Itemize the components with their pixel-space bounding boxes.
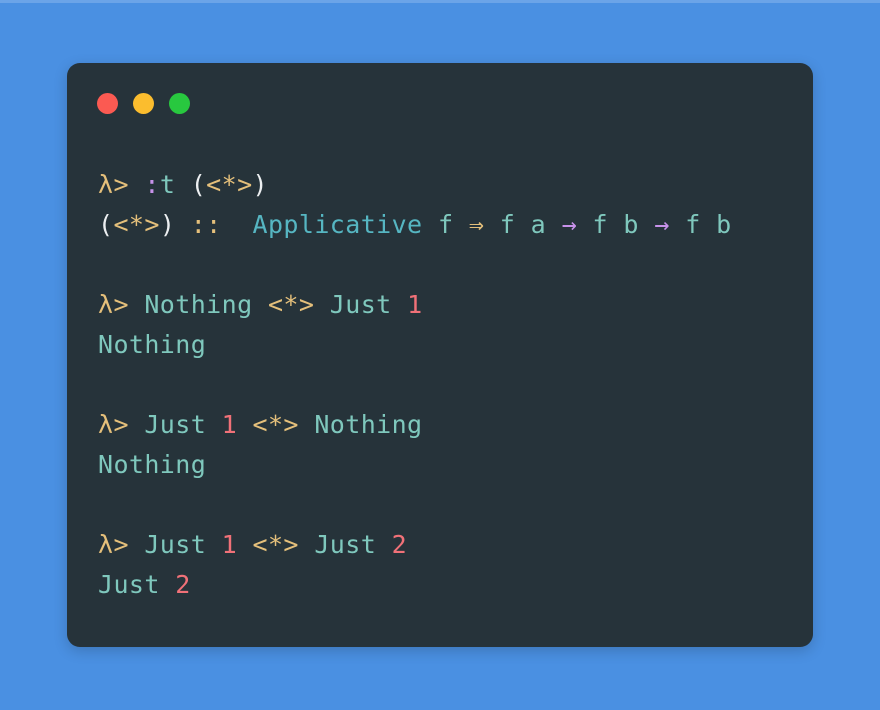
token: (	[190, 170, 207, 199]
token: 2	[175, 570, 191, 599]
token: →	[654, 210, 670, 239]
terminal-output-line: Just 2	[98, 565, 793, 605]
maximize-window-button[interactable]	[169, 93, 190, 114]
token: λ>	[98, 290, 129, 319]
token: Nothing	[98, 330, 207, 359]
token: )	[252, 170, 268, 199]
token: Just	[98, 570, 160, 599]
terminal-command-line: λ> Just 1 <*> Just 2	[98, 525, 793, 565]
token: (	[98, 210, 114, 239]
token: f	[592, 210, 608, 239]
token: Nothing	[98, 450, 207, 479]
terminal-console[interactable]: λ> :t (<*>) (<*>) :: Applicative f ⇒ f a …	[98, 165, 793, 633]
token: 1	[221, 530, 238, 559]
token: ⇒	[468, 210, 485, 239]
token: 1	[221, 410, 238, 439]
token: <*>	[252, 410, 299, 439]
token: a	[530, 210, 547, 239]
token: Just	[314, 530, 377, 559]
token: b	[623, 210, 639, 239]
token: <*>	[267, 290, 315, 319]
token: f	[499, 210, 516, 239]
token: ::	[190, 210, 222, 239]
terminal-output-line: Nothing	[98, 325, 793, 365]
window-titlebar	[97, 93, 190, 114]
top-edge-strip	[0, 0, 880, 3]
token: Applicative	[252, 210, 423, 239]
token: Nothing	[144, 290, 253, 319]
token: <*>	[113, 210, 160, 239]
terminal-command-line: λ> Just 1 <*> Nothing	[98, 405, 793, 445]
token: f	[685, 210, 701, 239]
token: )	[159, 210, 176, 239]
minimize-window-button[interactable]	[133, 93, 154, 114]
token: b	[716, 210, 732, 239]
token: :	[144, 170, 160, 199]
terminal-output-line: (<*>) :: Applicative f ⇒ f a → f b → f b	[98, 205, 793, 245]
token: t	[159, 170, 176, 199]
token: 2	[391, 530, 408, 559]
terminal-output-line: Nothing	[98, 445, 793, 485]
terminal-window: λ> :t (<*>) (<*>) :: Applicative f ⇒ f a …	[67, 63, 813, 647]
terminal-command-line: λ> Nothing <*> Just 1	[98, 285, 793, 325]
token: Just	[144, 410, 207, 439]
token: <*>	[206, 170, 253, 199]
token: Just	[329, 290, 392, 319]
token: 1	[407, 290, 423, 319]
token: Just	[144, 530, 207, 559]
token: λ>	[98, 410, 129, 439]
token: →	[561, 210, 578, 239]
token: <*>	[252, 530, 299, 559]
close-window-button[interactable]	[97, 93, 118, 114]
token: λ>	[98, 170, 129, 199]
token: λ>	[98, 530, 129, 559]
terminal-command-line: λ> :t (<*>)	[98, 165, 793, 205]
token: Nothing	[314, 410, 423, 439]
token: f	[437, 210, 454, 239]
